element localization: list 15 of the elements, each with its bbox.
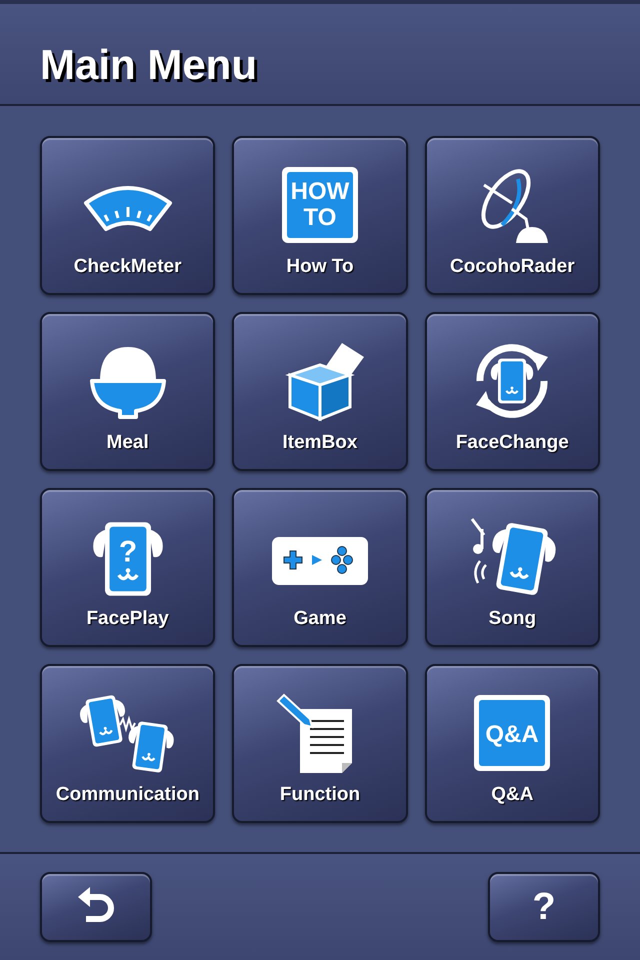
menu-tile[interactable]: Communication [40, 664, 216, 823]
menu-tile[interactable]: Function [232, 664, 408, 823]
menu-tile[interactable]: Q&A Q&A [424, 664, 600, 823]
menu-tile[interactable]: CocohoRader [424, 136, 600, 295]
menu-tile[interactable]: CheckMeter [40, 136, 216, 295]
menu-tile[interactable]: Game [232, 488, 408, 647]
menu-tile[interactable]: ? FacePlay [40, 488, 216, 647]
back-button[interactable] [40, 872, 152, 942]
menu-tile[interactable]: FaceChange [424, 312, 600, 471]
page-title: Main Menu [40, 40, 257, 90]
menu-tile[interactable]: Song [424, 488, 600, 647]
menu-tile[interactable]: Meal [40, 312, 216, 471]
menu-tile[interactable]: HOW TO How To [232, 136, 408, 295]
menu-tile[interactable]: ItemBox [232, 312, 408, 471]
help-button[interactable]: ? [488, 872, 600, 942]
